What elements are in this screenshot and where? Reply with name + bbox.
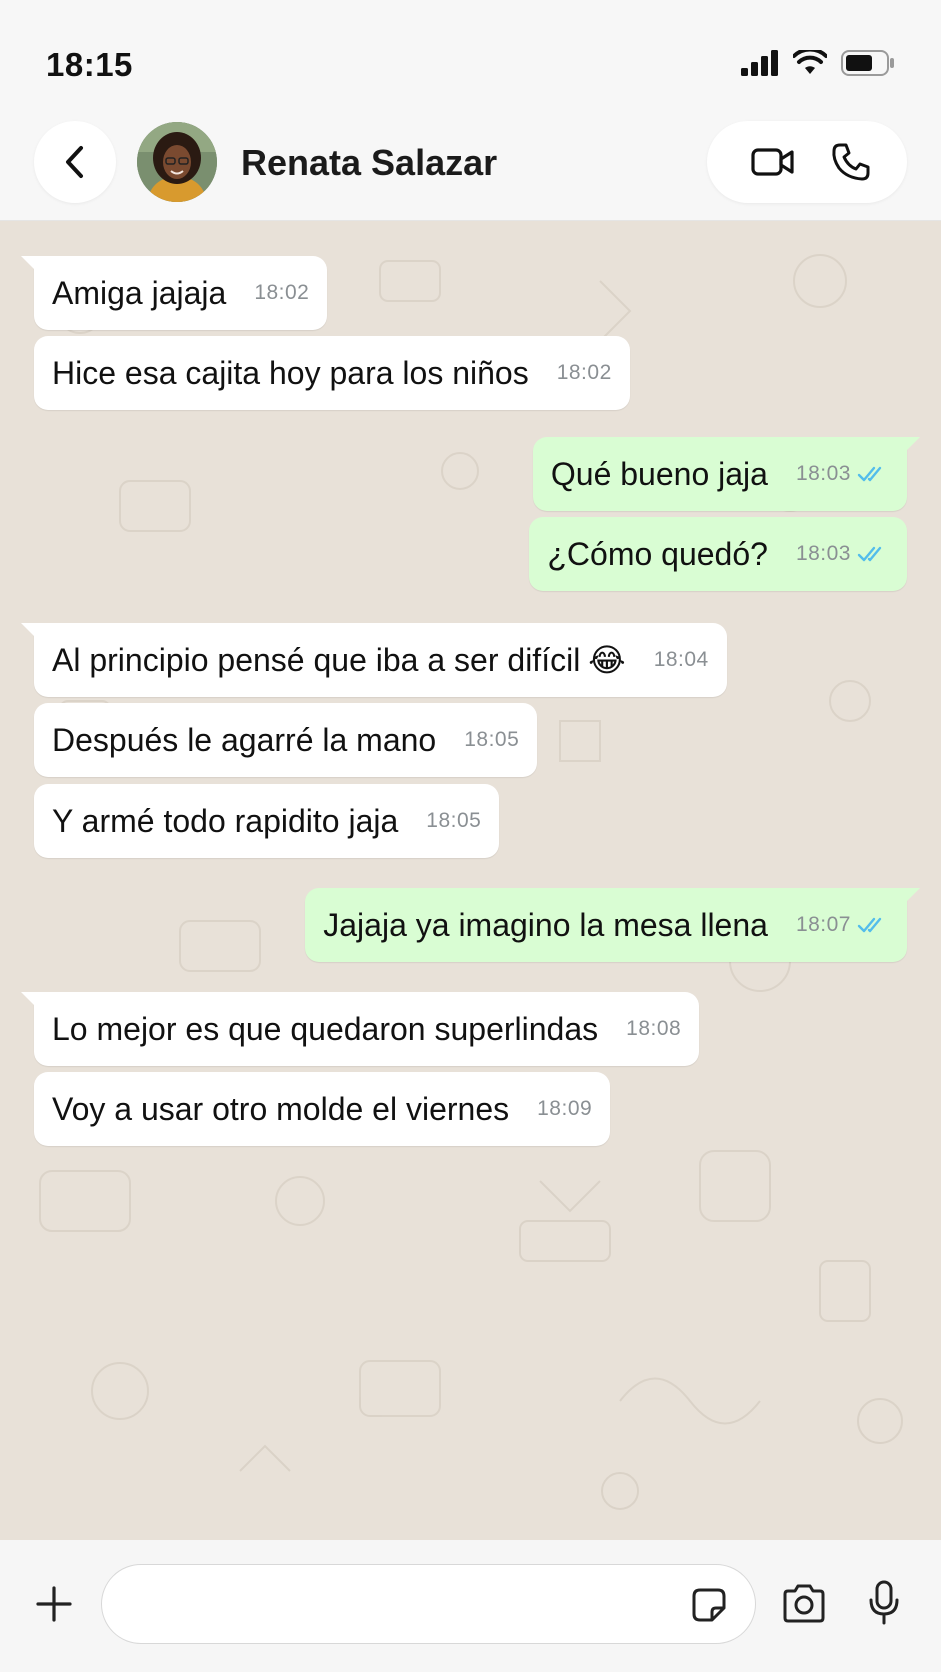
message-time: 18:08 [626, 1017, 682, 1040]
microphone-icon [869, 1580, 899, 1625]
sticker-button[interactable] [691, 1587, 727, 1623]
message-time: 18:09 [537, 1097, 593, 1120]
message-emoji: 😂 [588, 642, 626, 678]
status-time: 18:15 [46, 46, 133, 83]
bubble-tail [21, 623, 35, 637]
bubble-tail [906, 437, 920, 451]
video-call-icon [751, 148, 794, 176]
status-bar: 18:15 [0, 0, 941, 115]
signal-icon [741, 50, 778, 76]
read-receipt-icon [857, 546, 882, 562]
phone-call-icon [832, 143, 870, 181]
message-input[interactable] [101, 1564, 756, 1644]
message-time: 18:02 [556, 361, 612, 384]
bubble-tail [906, 888, 920, 902]
incoming-message[interactable]: Voy a usar otro molde el viernes 18:09 [34, 1072, 611, 1146]
back-chevron-icon [66, 146, 83, 178]
message-time: 18:05 [464, 728, 520, 751]
plus-icon [36, 1586, 72, 1622]
back-button[interactable] [34, 121, 116, 203]
video-call-button[interactable] [733, 121, 813, 203]
camera-icon [783, 1584, 825, 1623]
message-text: Qué bueno jaja [550, 455, 768, 492]
attach-button[interactable] [34, 1584, 74, 1624]
message-time: 18:03 [795, 542, 851, 565]
avatar[interactable] [137, 122, 217, 202]
camera-button[interactable] [781, 1584, 827, 1624]
outgoing-message[interactable]: Jajaja ya imagino la mesa llena 18:07 [305, 888, 920, 962]
sticker-icon [692, 1588, 726, 1622]
voice-call-button[interactable] [811, 121, 891, 203]
bubble-tail [21, 992, 35, 1006]
message-text: Y armé todo rapidito jaja [52, 802, 399, 839]
outgoing-message[interactable]: ¿Cómo quedó? 18:03 [529, 517, 907, 591]
input-bar [0, 1540, 941, 1672]
contact-name[interactable]: Renata Salazar [241, 142, 497, 184]
status-icons [741, 50, 895, 76]
message-time: 18:07 [795, 913, 851, 936]
incoming-message[interactable]: Lo mejor es que quedaron superlindas 18:0… [21, 992, 700, 1066]
message-text: ¿Cómo quedó? [547, 535, 768, 572]
message-text: Voy a usar otro molde el viernes [52, 1090, 510, 1127]
message-time: 18:02 [254, 281, 310, 304]
read-receipt-icon [857, 466, 882, 482]
chat-wallpaper-pattern [39, 254, 903, 1510]
wifi-icon [793, 50, 827, 74]
microphone-button[interactable] [867, 1580, 901, 1626]
incoming-message[interactable]: Después le agarré la mano 18:05 [34, 703, 538, 777]
message-text: Hice esa cajita hoy para los niños [52, 354, 529, 391]
read-receipt-icon [857, 917, 882, 933]
message-text: Después le agarré la mano [52, 721, 437, 758]
avatar-image [137, 122, 217, 202]
incoming-message[interactable]: Y armé todo rapidito jaja 18:05 [34, 784, 500, 858]
incoming-message[interactable]: Amiga jajaja 18:02 [21, 256, 328, 330]
message-time: 18:03 [795, 462, 851, 485]
incoming-message[interactable]: Al principio pensé que iba a ser difícil… [21, 623, 727, 697]
incoming-message[interactable]: Hice esa cajita hoy para los niños 18:02 [34, 336, 630, 410]
message-time: 18:05 [426, 809, 482, 832]
outgoing-message[interactable]: Qué bueno jaja 18:03 [532, 437, 920, 511]
message-text: Jajaja ya imagino la mesa llena [323, 906, 768, 943]
chat-area[interactable] [0, 221, 941, 1540]
message-text: Al principio pensé que iba a ser difícil [52, 641, 581, 678]
bubble-tail [21, 256, 35, 270]
chat-header: Renata Salazar [0, 115, 941, 221]
message-text: Lo mejor es que quedaron superlindas [52, 1010, 599, 1047]
battery-icon [841, 50, 894, 76]
message-time: 18:04 [653, 648, 709, 671]
call-actions [707, 121, 907, 203]
message-text: Amiga jajaja [52, 274, 227, 311]
